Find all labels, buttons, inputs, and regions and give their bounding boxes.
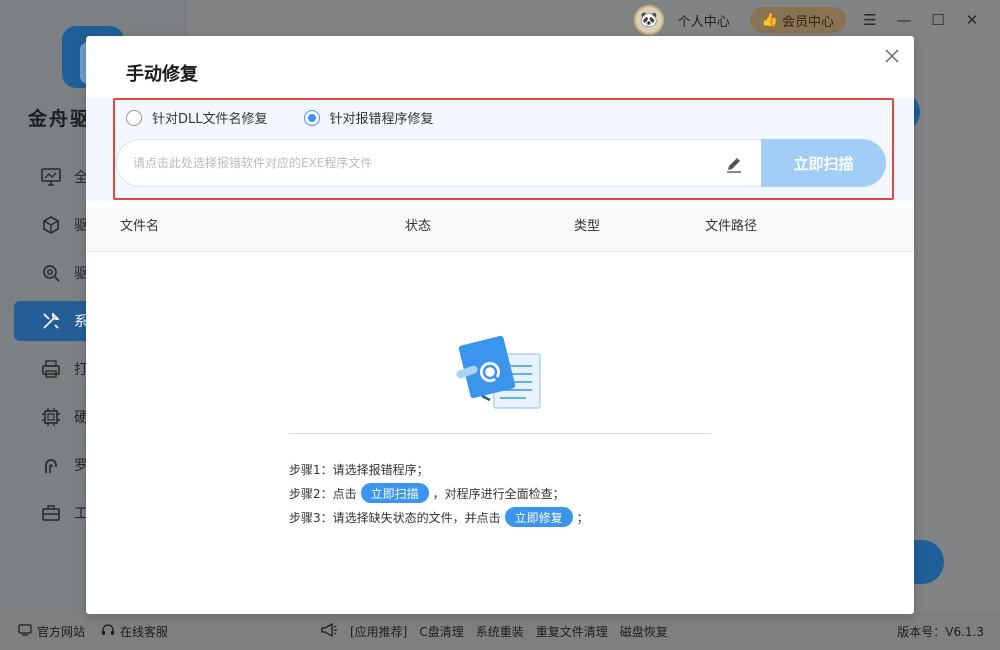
toolbox-icon bbox=[40, 502, 62, 524]
column-header-path: 文件路径 bbox=[705, 219, 758, 234]
exe-file-input[interactable] bbox=[117, 140, 697, 186]
online-service-link[interactable]: 在线客服 bbox=[101, 623, 168, 640]
mode-program-label: 针对报错程序修复 bbox=[329, 112, 434, 127]
minimize-icon[interactable]: — bbox=[894, 10, 914, 30]
table-header: 文件名 状态 类型 文件路径 bbox=[86, 208, 914, 252]
title-bar: 🐼 个人中心 👍 会员中心 ☰ — ☐ ✕ bbox=[187, 0, 1000, 40]
mode-program-radio[interactable]: 针对报错程序修复 bbox=[303, 108, 434, 127]
step-1-text: 步骤1：请选择报错程序； bbox=[289, 462, 429, 477]
official-site-link[interactable]: 官方网站 bbox=[18, 623, 85, 640]
mode-dll-label: 针对DLL文件名修复 bbox=[152, 112, 268, 127]
tools-icon bbox=[40, 310, 62, 332]
thumb-up-icon: 👍 bbox=[761, 12, 778, 28]
instructions: 步骤1：请选择报错程序； 步骤2：点击 立即扫描 ，对程序进行全面检查； 步骤3… bbox=[289, 457, 589, 529]
step-2-prefix: 步骤2：点击 bbox=[289, 486, 357, 501]
menu-icon[interactable]: ☰ bbox=[860, 10, 880, 30]
vip-center-button[interactable]: 👍 会员中心 bbox=[749, 7, 846, 33]
official-site-label: 官方网站 bbox=[37, 624, 86, 639]
online-service-label: 在线客服 bbox=[120, 624, 169, 639]
footer-link-duplicate[interactable]: 重复文件清理 bbox=[536, 623, 608, 640]
manual-repair-dialog: 手动修复 针对DLL文件名修复 针对报错程序修复 立即扫描 文件名 状态 类型 … bbox=[86, 36, 914, 614]
step-repair-badge: 立即修复 bbox=[504, 507, 573, 527]
close-icon[interactable] bbox=[882, 46, 902, 66]
maximize-icon[interactable]: ☐ bbox=[928, 10, 948, 30]
step-1: 步骤1：请选择报错程序； bbox=[289, 457, 589, 481]
user-center-link[interactable]: 个人中心 bbox=[678, 11, 730, 30]
step-3-prefix: 步骤3：请选择缺失状态的文件，并点击 bbox=[289, 510, 501, 525]
dialog-title: 手动修复 bbox=[126, 64, 198, 85]
empty-file-search-icon bbox=[454, 335, 546, 414]
status-bar: 官方网站 在线客服 [应用推荐] C盘清理 系统重装 重复文件清理 磁盘恢复 版… bbox=[0, 612, 1000, 650]
vip-center-label: 会员中心 bbox=[781, 14, 834, 30]
monitor-icon bbox=[18, 623, 32, 639]
monitor-icon bbox=[40, 166, 62, 188]
headset-icon bbox=[101, 623, 115, 640]
step-3-suffix: ； bbox=[576, 510, 589, 525]
megaphone-icon bbox=[320, 622, 338, 640]
horseshoe-icon bbox=[40, 454, 62, 476]
close-window-icon[interactable]: ✕ bbox=[962, 10, 982, 30]
mode-radio-group: 针对DLL文件名修复 针对报错程序修复 bbox=[126, 108, 434, 127]
divider bbox=[289, 433, 711, 434]
radio-button[interactable] bbox=[303, 109, 320, 126]
column-header-status: 状态 bbox=[405, 219, 432, 234]
step-2: 步骤2：点击 立即扫描 ，对程序进行全面检查； bbox=[289, 481, 589, 505]
mode-dll-radio[interactable]: 针对DLL文件名修复 bbox=[126, 108, 268, 127]
version-label: 版本号：V6.1.3 bbox=[897, 624, 984, 639]
chip-icon bbox=[40, 406, 62, 428]
footer-link-reinstall[interactable]: 系统重装 bbox=[476, 623, 524, 640]
printer-icon bbox=[40, 358, 62, 380]
scan-now-button[interactable]: 立即扫描 bbox=[761, 139, 886, 187]
step-3: 步骤3：请选择缺失状态的文件，并点击 立即修复 ； bbox=[289, 505, 589, 529]
column-header-type: 类型 bbox=[574, 219, 601, 234]
step-scan-badge: 立即扫描 bbox=[360, 483, 429, 503]
radio-button[interactable] bbox=[126, 109, 142, 126]
column-header-name: 文件名 bbox=[120, 219, 160, 234]
gear-search-icon bbox=[40, 262, 62, 284]
footer-link-c-clean[interactable]: C盘清理 bbox=[419, 623, 463, 640]
app-recommend-label: [应用推荐] bbox=[350, 624, 408, 639]
pencil-icon[interactable] bbox=[723, 153, 745, 175]
footer-link-recovery[interactable]: 磁盘恢复 bbox=[620, 623, 668, 640]
cube-gear-icon bbox=[40, 214, 62, 236]
brand-name: 金舟驱 bbox=[28, 108, 92, 130]
exe-file-picker[interactable]: 立即扫描 bbox=[116, 139, 886, 187]
avatar[interactable]: 🐼 bbox=[633, 5, 664, 35]
step-2-suffix: ，对程序进行全面检查； bbox=[432, 486, 565, 501]
